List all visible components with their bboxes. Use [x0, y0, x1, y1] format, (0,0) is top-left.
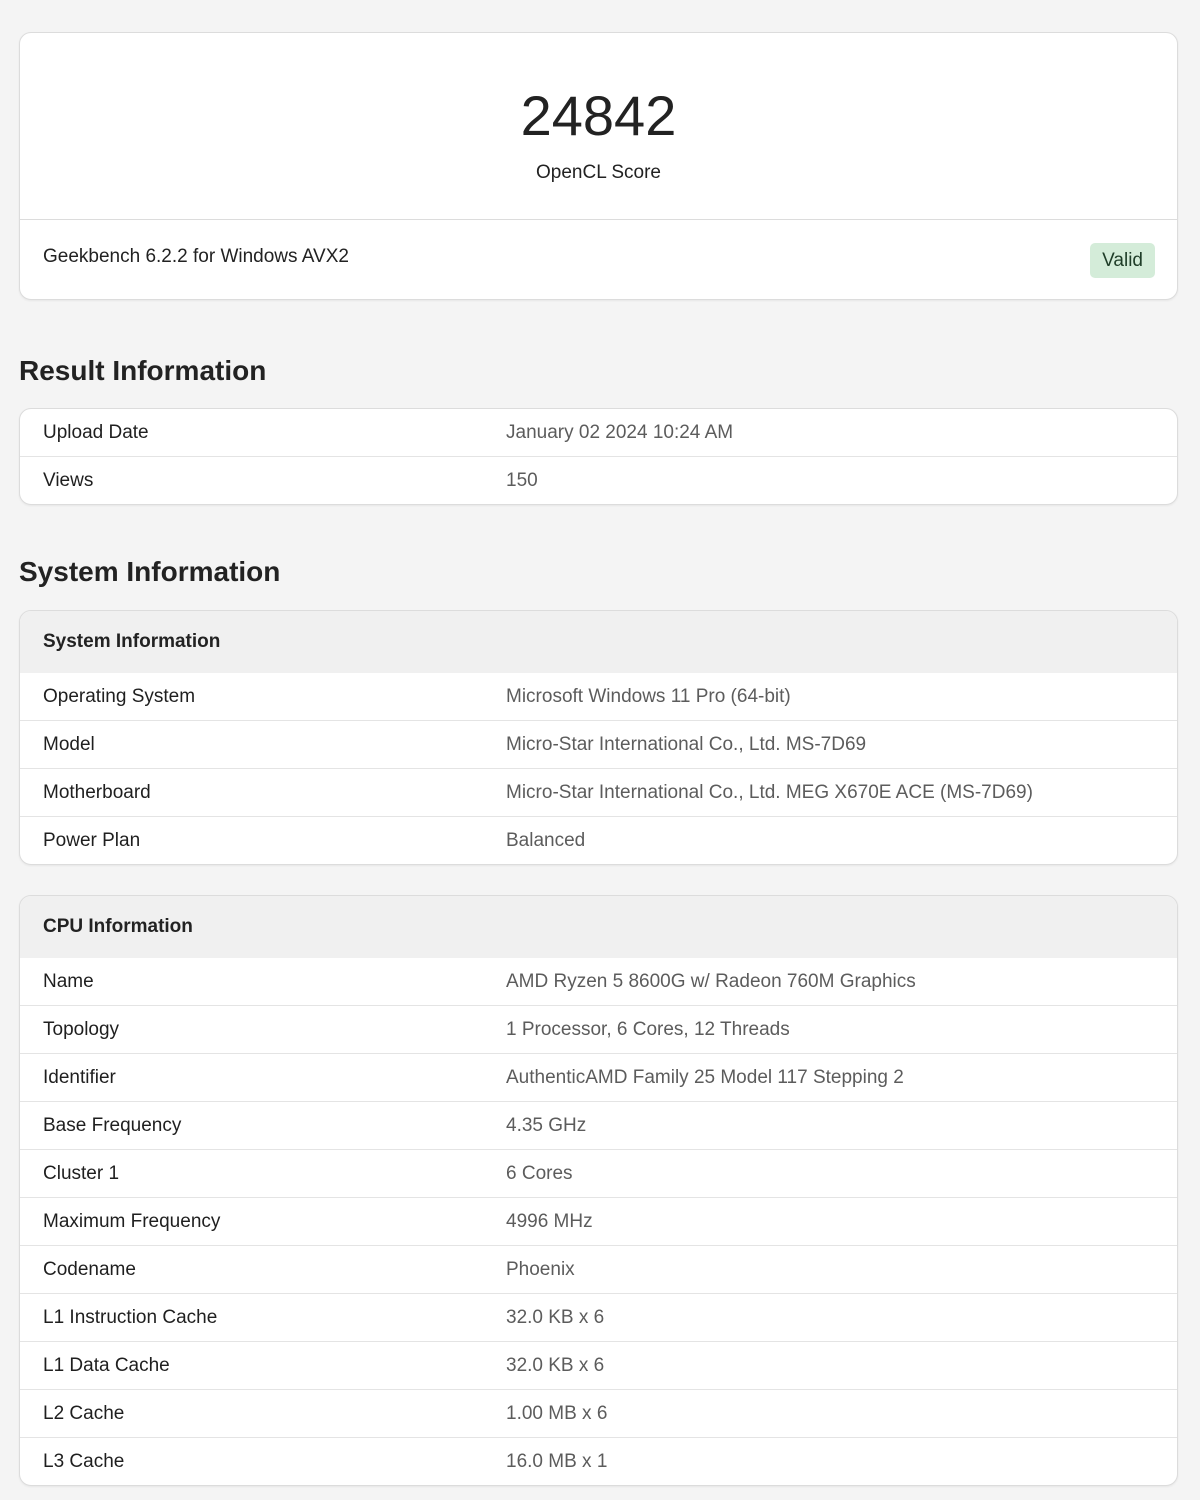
cpu-row-value: 32.0 KB x 6 [506, 1341, 1177, 1390]
result-row: Views 150 [20, 457, 1177, 505]
system-information-table: Operating System Microsoft Windows 11 Pro… [20, 673, 1177, 864]
cpu-row-key: L2 Cache [20, 1389, 506, 1438]
valid-status-badge: Valid [1090, 243, 1155, 278]
cpu-row-key: Maximum Frequency [20, 1197, 506, 1246]
system-row-value: Balanced [506, 829, 586, 851]
score-panel: 24842 OpenCL Score [20, 33, 1177, 220]
cpu-row: L3 Cache 16.0 MB x 1 [20, 1438, 1177, 1486]
result-row: Upload Date January 02 2024 10:24 AM [20, 409, 1177, 457]
cpu-row-value: AuthenticAMD Family 25 Model 117 Steppin… [506, 1053, 1177, 1102]
cpu-row-key: Topology [20, 1005, 506, 1054]
cpu-row-value: AMD Ryzen 5 8600G w/ Radeon 760M Graphic… [506, 958, 1177, 1006]
cpu-row-key: Identifier [20, 1053, 506, 1102]
system-row: Model Micro-Star International Co., Ltd. … [20, 720, 1177, 769]
system-information-card: System Information Operating System Micro… [19, 610, 1178, 865]
result-row-key: Upload Date [20, 409, 506, 457]
result-information-title: Result Information [19, 355, 267, 386]
cpu-row-value: 4996 MHz [506, 1197, 1177, 1246]
cpu-information-card: CPU Information Name AMD Ryzen 5 8600G w/… [19, 895, 1178, 1486]
opencl-score-label: OpenCL Score [536, 162, 661, 183]
cpu-row: Base Frequency 4.35 GHz [20, 1101, 1177, 1150]
cpu-row: Maximum Frequency 4996 MHz [20, 1197, 1177, 1246]
cpu-row: L2 Cache 1.00 MB x 6 [20, 1389, 1177, 1438]
system-row-key: Motherboard [20, 768, 506, 817]
system-row-key: Power Plan [43, 829, 141, 851]
system-row: Operating System Microsoft Windows 11 Pro… [20, 673, 1177, 721]
cpu-row-value: 1.00 MB x 6 [506, 1389, 1177, 1438]
system-row-value: Micro-Star International Co., Ltd. MS-7D… [506, 720, 1177, 769]
result-row-value: 150 [506, 469, 538, 491]
opencl-score-value: 24842 [520, 84, 677, 147]
cpu-row: Identifier AuthenticAMD Family 25 Model 1… [20, 1053, 1177, 1102]
result-information-table: Upload Date January 02 2024 10:24 AM Views… [20, 409, 1177, 504]
system-row-value: Microsoft Windows 11 Pro (64-bit) [506, 673, 1177, 721]
cpu-row-key: Name [20, 958, 506, 1006]
cpu-row-value: 16.0 MB x 1 [506, 1450, 608, 1472]
cpu-row-value: 4.35 GHz [506, 1101, 1177, 1150]
system-information-title: System Information [19, 556, 281, 587]
cpu-row: Name AMD Ryzen 5 8600G w/ Radeon 760M Gra… [20, 958, 1177, 1006]
cpu-row-key: L1 Instruction Cache [20, 1293, 506, 1342]
cpu-information-heading: CPU Information [20, 896, 1177, 958]
cpu-row-key: L1 Data Cache [20, 1341, 506, 1390]
cpu-row-value: 6 Cores [506, 1149, 1177, 1198]
cpu-row-key: L3 Cache [43, 1450, 125, 1472]
score-card: 24842 OpenCL Score Geekbench 6.2.2 for W… [19, 32, 1178, 300]
system-row-key: Model [20, 720, 506, 769]
system-row: Power Plan Balanced [20, 817, 1177, 865]
benchmark-version-row: Geekbench 6.2.2 for Windows AVX2 Valid [20, 220, 1177, 299]
cpu-information-table: Name AMD Ryzen 5 8600G w/ Radeon 760M Gra… [20, 958, 1177, 1485]
result-row-key: Views [43, 469, 94, 491]
cpu-row: L1 Data Cache 32.0 KB x 6 [20, 1341, 1177, 1390]
result-information-card: Upload Date January 02 2024 10:24 AM Views… [19, 408, 1178, 505]
system-row-key: Operating System [20, 673, 506, 721]
benchmark-version: Geekbench 6.2.2 for Windows AVX2 [43, 246, 349, 267]
cpu-row-value: Phoenix [506, 1245, 1177, 1294]
system-row-value: Micro-Star International Co., Ltd. MEG X… [506, 768, 1177, 817]
cpu-row: L1 Instruction Cache 32.0 KB x 6 [20, 1293, 1177, 1342]
cpu-row: Cluster 16 Cores [20, 1149, 1177, 1198]
cpu-row: Codename Phoenix [20, 1245, 1177, 1294]
cpu-row-key: Base Frequency [20, 1101, 506, 1150]
system-row: Motherboard Micro-Star International Co.,… [20, 768, 1177, 817]
cpu-row-value: 1 Processor, 6 Cores, 12 Threads [506, 1005, 1177, 1054]
cpu-row: Topology 1 Processor, 6 Cores, 12 Threads [20, 1005, 1177, 1054]
system-information-heading: System Information [20, 611, 1177, 673]
cpu-row-key: Codename [20, 1245, 506, 1294]
cpu-row-value: 32.0 KB x 6 [506, 1293, 1177, 1342]
cpu-row-key: Cluster 1 [20, 1149, 506, 1198]
result-row-value: January 02 2024 10:24 AM [506, 409, 1177, 457]
